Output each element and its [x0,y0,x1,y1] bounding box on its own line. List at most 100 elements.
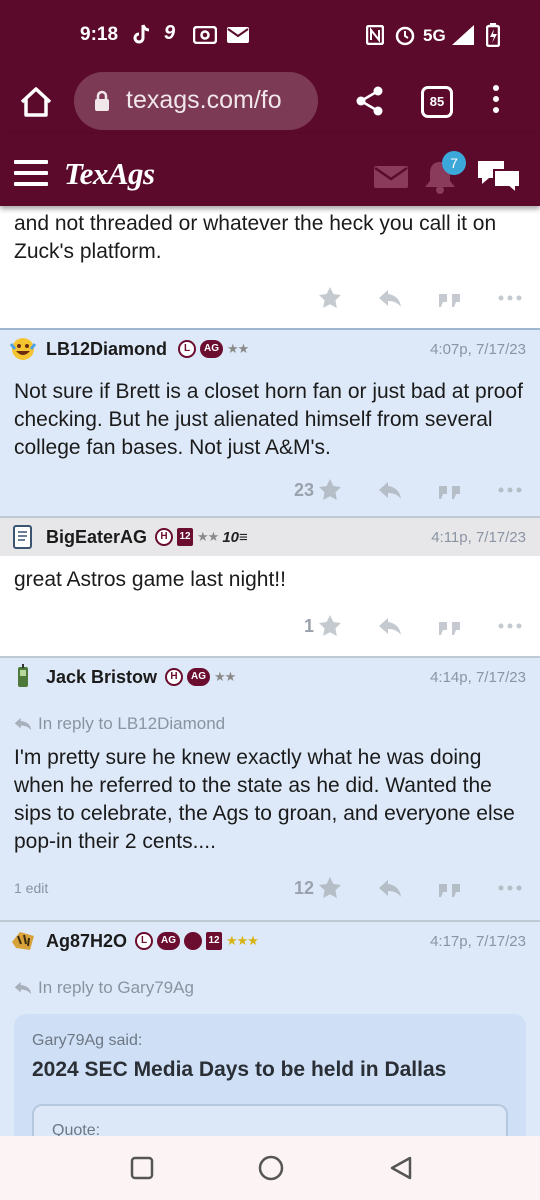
badge-h: H [165,668,183,686]
user-avatar-tiger-icon[interactable] [10,928,36,954]
quote-icon[interactable] [438,478,462,502]
reply-icon[interactable] [378,478,402,502]
post: Jack Bristow H AG ★★ 4:14p, 7/17/23 In r… [0,656,540,920]
nested-quote-label: Quote: [52,1122,101,1136]
user-avatar-phone-icon[interactable] [10,664,36,690]
quote-author[interactable]: Gary79Ag said: [32,1032,508,1050]
reply-icon[interactable] [378,876,402,900]
url-bar[interactable]: texags.com/fo [74,72,318,130]
lock-icon [95,90,109,111]
post-header: LB12Diamond L AG ★★ 4:07p, 7/17/23 [0,330,540,368]
username[interactable]: Jack Bristow [46,667,157,688]
post-body: I'm pretty sure he knew exactly what he … [14,746,515,853]
post-timestamp[interactable]: 4:14p, 7/17/23 [430,669,526,686]
post-actions: 1 [0,594,540,656]
post: and not threaded or whatever the heck yo… [0,206,540,328]
badge-h: H [155,528,173,546]
browser-menu-icon[interactable] [491,85,501,119]
tab-switcher-button[interactable]: 85 [421,86,453,118]
browser-toolbar: texags.com/fo 85 [0,70,540,134]
email-notification-icon [227,27,249,43]
quote-icon[interactable] [438,614,462,638]
post-body-container: In reply to Gary79Ag [0,960,540,1002]
post-header: Jack Bristow H AG ★★ 4:14p, 7/17/23 [0,658,540,696]
app-9-icon: 9 [164,22,176,44]
post-actions [0,266,540,328]
nested-quote: Quote: [32,1104,508,1136]
reply-to-text: In reply to Gary79Ag [38,978,194,997]
battery-icon [486,23,500,47]
reply-reference[interactable]: In reply to Gary79Ag [14,974,526,1002]
more-icon[interactable] [498,286,522,310]
post: LB12Diamond L AG ★★ 4:07p, 7/17/23 Not s… [0,328,540,516]
badge-12th-man: 12 [206,932,222,950]
star-icon[interactable] [318,286,342,310]
home-nav-icon[interactable] [257,1154,285,1182]
post-body: and not threaded or whatever the heck yo… [0,206,540,266]
reply-reference[interactable]: In reply to LB12Diamond [14,710,526,738]
more-icon[interactable] [498,614,522,638]
network-type: 5G [423,26,446,45]
post-body-container: In reply to LB12Diamond I'm pretty sure … [0,696,540,856]
star-icon[interactable] [318,478,342,502]
status-bar: 9:18 9 5G [0,0,540,70]
rating-stars: ★★★ [226,933,259,948]
messages-icon[interactable] [374,166,408,188]
forum-thread: and not threaded or whatever the heck yo… [0,206,540,1136]
share-icon[interactable] [355,86,385,116]
hamburger-menu-icon[interactable] [14,160,48,186]
star-icon[interactable] [318,876,342,900]
reply-arrow-icon [14,718,32,730]
post-timestamp[interactable]: 4:07p, 7/17/23 [430,341,526,358]
username[interactable]: LB12Diamond [46,339,167,360]
rating-stars: ★★ [214,669,236,684]
badge-l: L [178,340,196,358]
post-actions: 23 [0,462,540,516]
reply-to-text: In reply to LB12Diamond [38,714,226,733]
user-avatar-notepad-icon[interactable] [10,524,36,550]
badge-l: L [135,932,153,950]
post-header: Ag87H2O L AG 12 ★★★ 4:17p, 7/17/23 [0,922,540,960]
alarm-icon [395,26,415,46]
star-icon[interactable] [318,614,342,638]
quoted-post: Gary79Ag said: 2024 SEC Media Days to be… [14,1014,526,1136]
user-avatar-emoji-icon[interactable] [10,336,36,362]
reply-icon[interactable] [378,286,402,310]
badge-ag: AG [200,340,223,358]
nfc-icon [366,25,384,45]
reply-arrow-icon [14,982,32,994]
like-count: 1 [303,615,314,636]
post: Ag87H2O L AG 12 ★★★ 4:17p, 7/17/23 In re… [0,920,540,1136]
post-actions: 1 edit 12 [0,856,540,920]
rating-stars: ★★ [227,341,249,356]
recents-icon[interactable] [130,1156,154,1180]
username[interactable]: BigEaterAG [46,527,147,548]
clock: 9:18 [80,24,119,45]
badge-10: 10≡ [222,528,248,546]
post: BigEaterAG H 12 ★★ 10≡ 4:11p, 7/17/23 gr… [0,516,540,656]
post-timestamp[interactable]: 4:11p, 7/17/23 [431,529,526,546]
cast-icon [193,26,217,44]
notification-count-badge: 7 [442,151,466,175]
url-text: texags.com/fo [126,86,282,114]
username[interactable]: Ag87H2O [46,931,127,952]
home-icon[interactable] [18,84,54,120]
badge-ag: AG [187,668,210,686]
more-icon[interactable] [498,478,522,502]
post-timestamp[interactable]: 4:17p, 7/17/23 [430,933,526,950]
post-header: BigEaterAG H 12 ★★ 10≡ 4:11p, 7/17/23 [0,518,540,556]
quote-icon[interactable] [438,286,462,310]
edit-count[interactable]: 1 edit [14,880,48,896]
system-nav-bar [0,1136,540,1200]
quote-icon[interactable] [438,876,462,900]
texags-logo[interactable]: TexAgs [64,156,155,192]
tiktok-icon [133,24,150,44]
more-icon[interactable] [498,876,522,900]
reply-icon[interactable] [378,614,402,638]
back-icon[interactable] [388,1155,414,1181]
chat-icon[interactable] [476,158,522,194]
signal-icon [452,25,474,45]
badge-swirl-icon [184,932,202,950]
badge-12th-man: 12 [177,528,193,546]
quote-title: 2024 SEC Media Days to be held in Dallas [32,1058,447,1081]
